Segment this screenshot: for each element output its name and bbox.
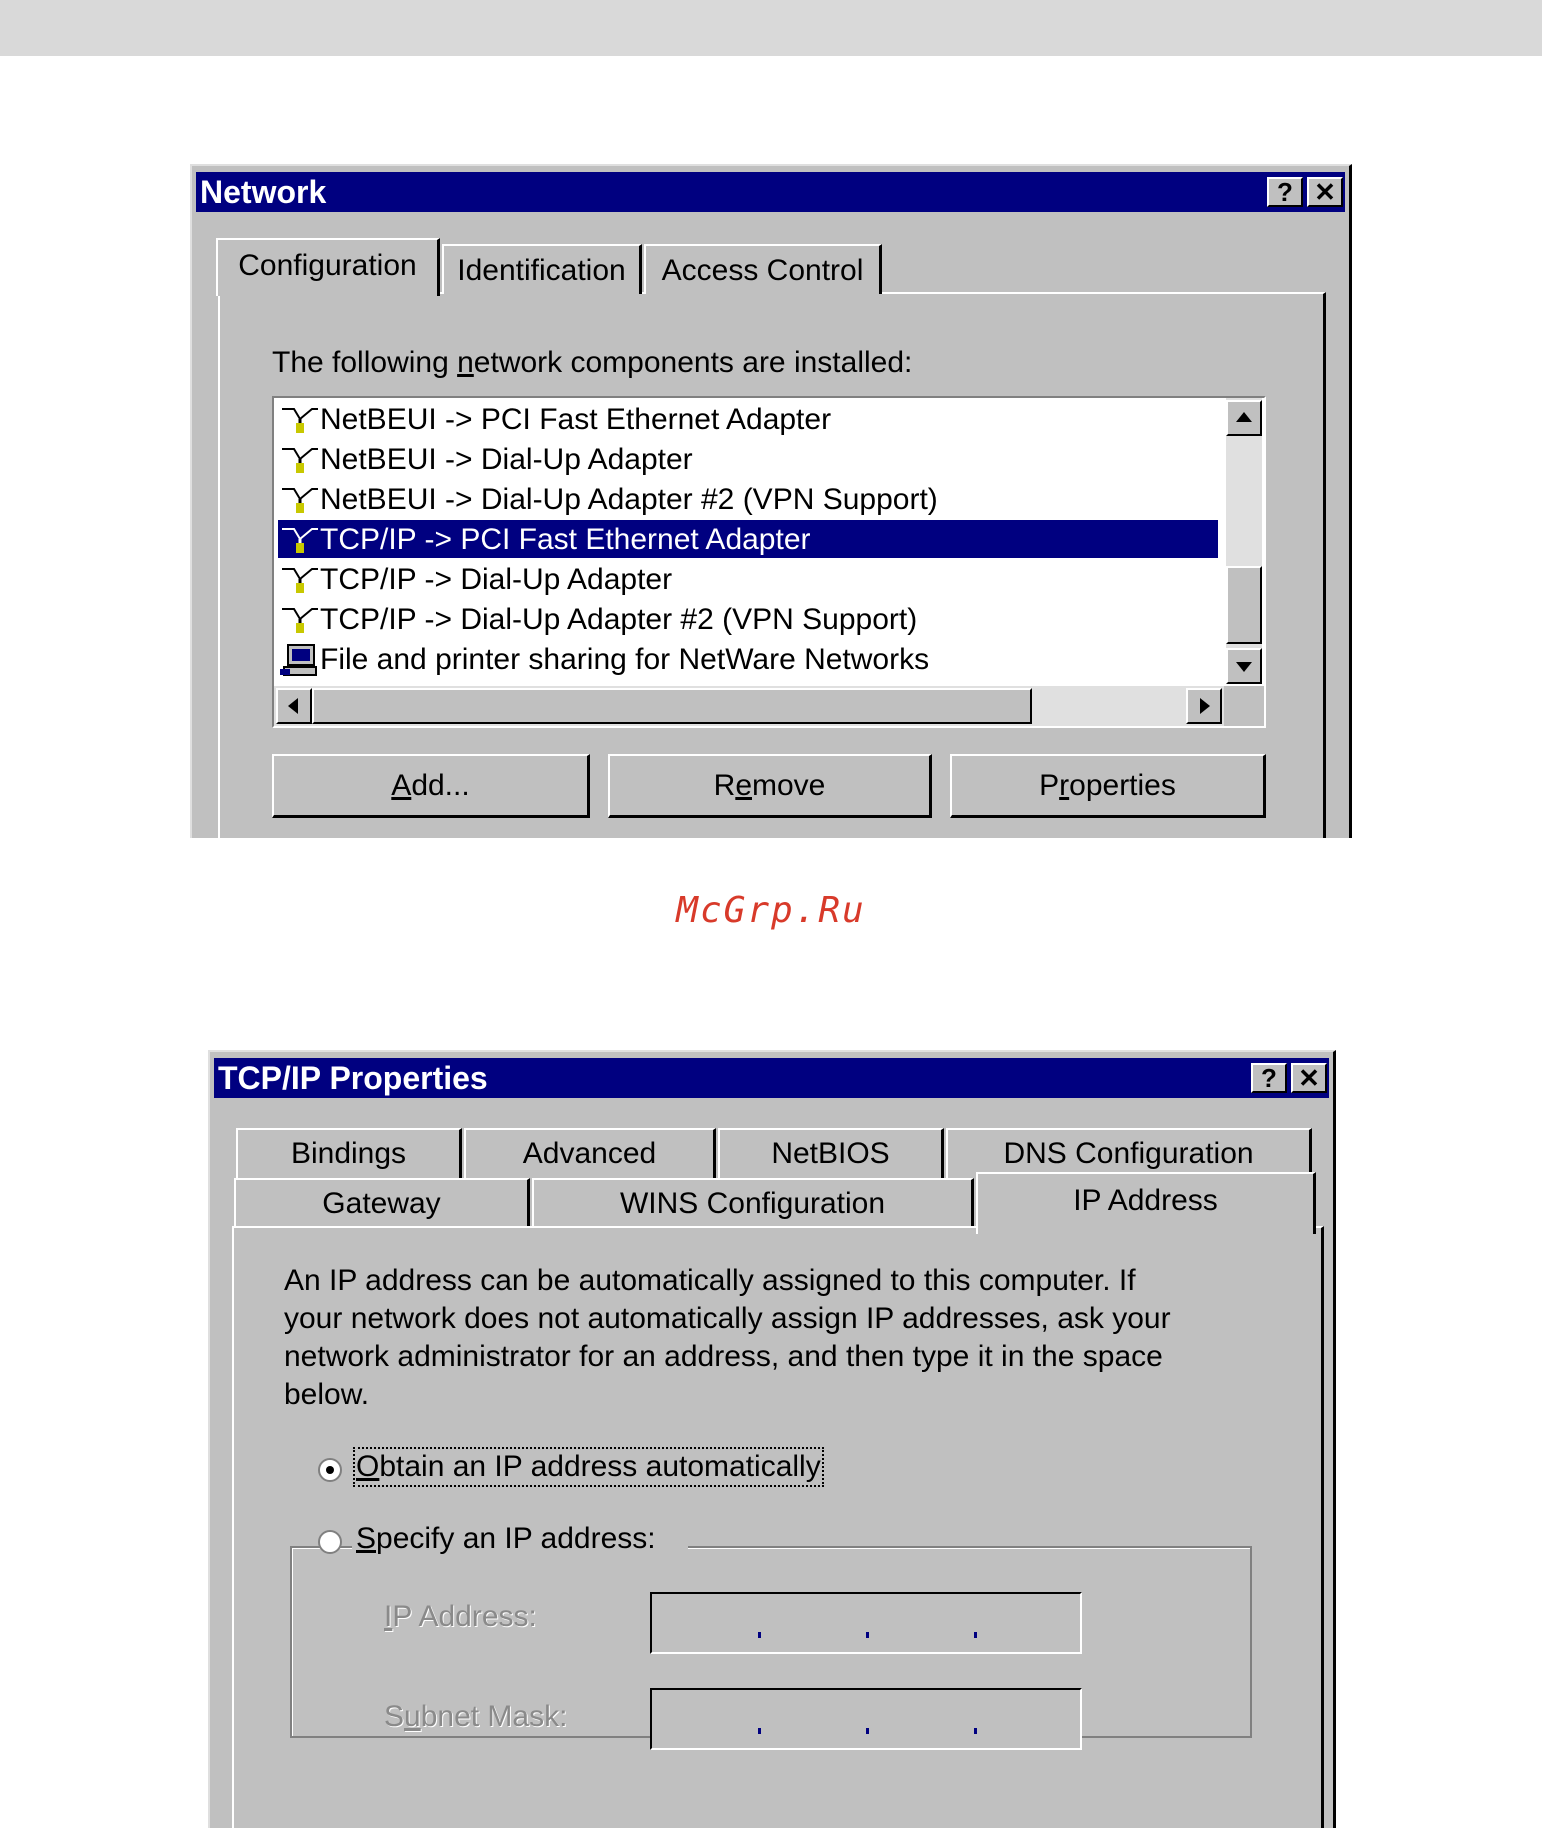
list-item-selected[interactable]: TCP/IP -> PCI Fast Ethernet Adapter xyxy=(278,520,1218,558)
subnet-mask-label: Subnet Mask: xyxy=(384,1700,568,1733)
network-components-list[interactable]: NetBEUI -> PCI Fast Ethernet Adapter Net… xyxy=(272,396,1266,728)
scroll-up-button[interactable] xyxy=(1226,400,1262,436)
tab-advanced[interactable]: Advanced xyxy=(464,1128,716,1178)
protocol-icon xyxy=(278,403,320,437)
protocol-icon xyxy=(278,523,320,557)
tab-bindings[interactable]: Bindings xyxy=(236,1128,462,1178)
ip-address-label: IP Address: xyxy=(384,1600,537,1633)
description-line-3: network administrator for an address, an… xyxy=(284,1340,1163,1373)
network-title-bar[interactable]: Network ? ✕ xyxy=(196,172,1345,212)
ip-octet-separator xyxy=(866,1632,869,1638)
arrow-left-icon xyxy=(288,698,298,714)
tab-identification[interactable]: Identification xyxy=(442,244,642,294)
add-button[interactable]: Add... xyxy=(272,754,590,818)
radio-selected-dot xyxy=(326,1466,334,1474)
scroll-right-button[interactable] xyxy=(1186,688,1222,724)
tab-wins-configuration[interactable]: WINS Configuration xyxy=(532,1178,974,1230)
top-gray-strip xyxy=(0,0,1542,56)
arrow-right-icon xyxy=(1200,698,1210,714)
specify-ip-radio[interactable] xyxy=(318,1530,342,1554)
list-item[interactable]: NetBEUI -> Dial-Up Adapter xyxy=(278,440,1218,478)
tab-ip-address[interactable]: IP Address xyxy=(976,1172,1316,1234)
help-button[interactable]: ? xyxy=(1267,177,1303,207)
description-line-2: your network does not automatically assi… xyxy=(284,1302,1171,1335)
list-item[interactable]: NetBEUI -> PCI Fast Ethernet Adapter xyxy=(278,400,1218,438)
list-vertical-scrollbar[interactable] xyxy=(1226,398,1262,684)
close-icon: ✕ xyxy=(1298,1063,1320,1093)
help-icon: ? xyxy=(1261,1063,1277,1093)
file-sharing-service-icon xyxy=(278,643,320,677)
tab-configuration[interactable]: Configuration xyxy=(216,238,440,296)
protocol-icon xyxy=(278,483,320,517)
help-button[interactable]: ? xyxy=(1251,1063,1287,1093)
list-horizontal-scrollbar[interactable] xyxy=(274,686,1226,726)
remove-button[interactable]: Remove xyxy=(608,754,932,818)
scroll-left-button[interactable] xyxy=(276,688,312,724)
protocol-icon xyxy=(278,443,320,477)
list-item[interactable]: File and printer sharing for NetWare Net… xyxy=(278,640,1218,678)
subnet-mask-field[interactable] xyxy=(650,1688,1082,1750)
obtain-ip-automatically-radio[interactable] xyxy=(318,1458,342,1482)
scroll-down-button[interactable] xyxy=(1226,648,1262,684)
vertical-scroll-thumb[interactable] xyxy=(1226,566,1262,644)
tab-access-control[interactable]: Access Control xyxy=(644,244,882,294)
ip-octet-separator xyxy=(974,1632,977,1638)
network-title: Network xyxy=(200,174,327,210)
components-label: The following network components are ins… xyxy=(272,346,913,379)
scrollbar-corner xyxy=(1224,686,1264,726)
obtain-ip-automatically-label[interactable]: Obtain an IP address automatically xyxy=(353,1447,824,1487)
tcpip-title-bar[interactable]: TCP/IP Properties ? ✕ xyxy=(214,1058,1329,1098)
ip-octet-separator xyxy=(758,1728,761,1734)
protocol-icon xyxy=(278,603,320,637)
ip-octet-separator xyxy=(974,1728,977,1734)
description-line-4: below. xyxy=(284,1378,370,1411)
close-button[interactable]: ✕ xyxy=(1291,1063,1327,1093)
horizontal-scroll-thumb[interactable] xyxy=(312,688,1032,724)
ip-octet-separator xyxy=(758,1632,761,1638)
specify-ip-label[interactable]: Specify an IP address: xyxy=(352,1522,688,1556)
close-icon: ✕ xyxy=(1314,177,1336,207)
tcpip-title: TCP/IP Properties xyxy=(218,1060,488,1096)
description-line-1: An IP address can be automatically assig… xyxy=(284,1264,1136,1297)
arrow-down-icon xyxy=(1236,662,1252,672)
close-button[interactable]: ✕ xyxy=(1307,177,1343,207)
protocol-icon xyxy=(278,563,320,597)
watermark-text: McGrp.Ru xyxy=(676,890,866,931)
help-icon: ? xyxy=(1277,177,1293,207)
list-item[interactable]: TCP/IP -> Dial-Up Adapter xyxy=(278,560,1218,598)
tab-gateway[interactable]: Gateway xyxy=(234,1178,530,1230)
arrow-up-icon xyxy=(1236,412,1252,422)
ip-octet-separator xyxy=(866,1728,869,1734)
ip-address-field[interactable] xyxy=(650,1592,1082,1654)
list-item[interactable]: TCP/IP -> Dial-Up Adapter #2 (VPN Suppor… xyxy=(278,600,1218,638)
tab-dns-configuration[interactable]: DNS Configuration xyxy=(946,1128,1312,1178)
properties-button[interactable]: Properties xyxy=(950,754,1266,818)
tab-netbios[interactable]: NetBIOS xyxy=(718,1128,944,1178)
list-item[interactable]: NetBEUI -> Dial-Up Adapter #2 (VPN Suppo… xyxy=(278,480,1218,518)
